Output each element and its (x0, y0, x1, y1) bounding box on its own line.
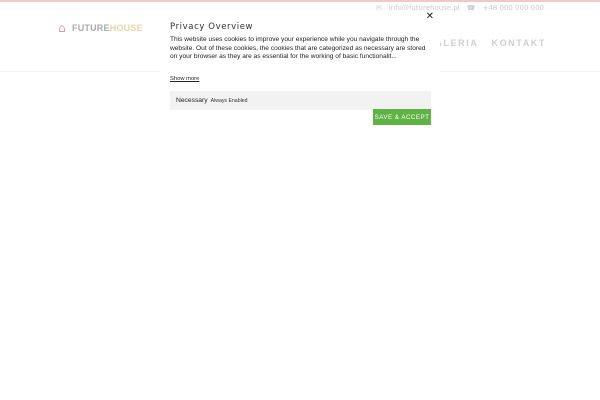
show-more-link[interactable]: Show more (170, 76, 199, 82)
necessary-label: Necessary (176, 97, 208, 104)
save-accept-button[interactable]: SAVE & ACCEPT (373, 109, 431, 125)
page: ✉ info@futurehouse.pl ☎ +48 000 000 000 … (0, 0, 600, 400)
always-enabled-label: Always Enabled (210, 97, 248, 104)
modal-description: This website uses cookies to improve you… (170, 36, 426, 60)
cookie-modal: ✕ Privacy Overview This website uses coo… (160, 10, 440, 130)
close-icon[interactable]: ✕ (426, 12, 434, 22)
necessary-cookies-row[interactable]: Necessary Always Enabled (170, 91, 431, 110)
modal-title: Privacy Overview (170, 22, 254, 32)
